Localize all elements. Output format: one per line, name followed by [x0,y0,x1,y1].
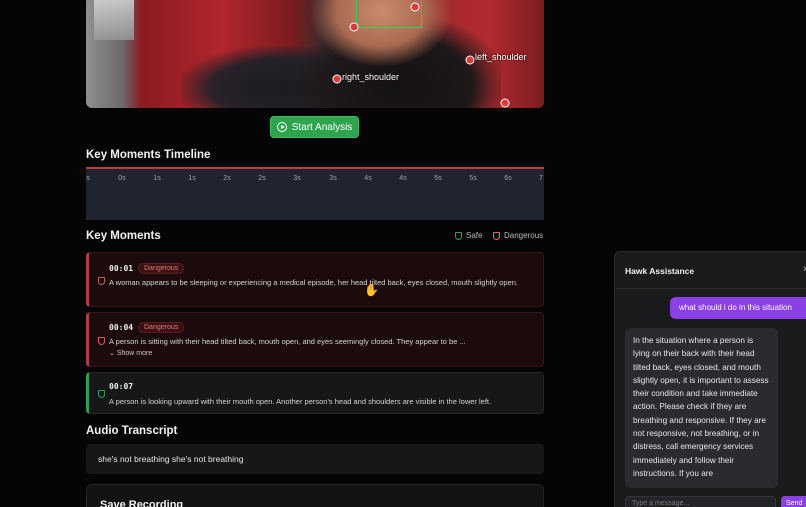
assistant-message: In the situation where a person is lying… [625,328,778,488]
background-light [94,0,134,40]
chat-header: Hawk Assistance × [615,252,806,289]
key-moment-card[interactable]: 00:07 A person is looking upward with th… [86,372,544,414]
keypoint [410,2,420,12]
chat-message-input[interactable]: Type a message... [625,496,776,507]
key-moment-card[interactable]: 00:04 Dangerous A person is sitting with… [86,312,544,367]
keypoint-right-shoulder [332,74,342,84]
send-button[interactable]: Send [781,496,806,507]
timeline-tick: 3s [329,175,337,182]
status-badge: Dangerous [138,263,185,274]
save-recording-title: Save Recording [100,499,184,507]
show-more-label: Show more [116,350,153,357]
timeline-tick: 4s [399,175,407,182]
timeline-tick: 4s [364,175,372,182]
timeline-tick: 0s [118,175,126,182]
moment-description: A person is looking upward with their mo… [109,397,492,406]
timeline-title: Key Moments Timeline [86,149,211,161]
keypoint-label: right_shoulder [342,72,400,82]
timeline-tick: 3s [293,175,301,182]
timeline-tick: 6s [504,175,512,182]
timeline-progress-bar [86,167,544,169]
video-frame: left_shoulder right_shoulder [86,0,544,108]
status-badge: Dangerous [138,322,185,333]
keypoint-left-shoulder [465,55,475,65]
moment-time: 00:01 [109,264,134,273]
legend-safe-label: Safe [466,231,483,240]
audio-transcript-title: Audio Transcript [86,425,178,437]
show-more-link[interactable]: ⌄ Show more [109,349,152,357]
keypoint [500,98,510,108]
timeline-tick: s [86,175,90,182]
start-analysis-label: Start Analysis [291,121,353,133]
key-moments-timeline[interactable]: s 0s 1s 1s 2s 2s 3s 3s 4s 4s 5s 5s 6s 7 [86,167,544,220]
danger-shield-icon [98,277,105,285]
chat-title: Hawk Assistance [625,266,695,276]
danger-shield-icon [493,231,500,240]
keypoint [349,22,359,32]
timeline-tick: 2s [223,175,231,182]
legend-safe: Safe [455,231,482,240]
timeline-tick: 5s [469,175,477,182]
safe-shield-icon [98,390,105,398]
key-moment-card[interactable]: 00:01 Dangerous A woman appears to be sl… [86,252,544,307]
danger-shield-icon [98,337,105,345]
save-recording-card: Save Recording [86,484,544,507]
moment-time: 00:04 [109,323,134,332]
timeline-tick: 2s [258,175,266,182]
audio-transcript-box: she's not breathing she's not breathing [86,444,544,474]
mouse-cursor-icon: ✋ [364,283,379,297]
moment-time: 00:07 [109,382,134,391]
user-message: what should i do in this situation [670,297,806,319]
timeline-tick: 1s [153,175,161,182]
key-moments-title: Key Moments [86,230,161,242]
moment-description: A person is sitting with their head tilt… [109,337,466,346]
start-analysis-button[interactable]: Start Analysis [270,116,359,138]
legend-dangerous: Dangerous [493,231,543,240]
timeline-tick: 7 [539,175,543,182]
assistant-chat-panel: Hawk Assistance × what should i do in th… [614,251,806,507]
play-circle-icon [276,122,287,132]
transcript-text: she's not breathing she's not breathing [98,454,244,464]
legend-dangerous-label: Dangerous [504,231,544,240]
safe-shield-icon [455,231,462,240]
timeline-tick: 5s [434,175,442,182]
timeline-tick: 1s [188,175,196,182]
moment-description: A woman appears to be sleeping or experi… [109,278,518,287]
keypoint-label: left_shoulder [475,52,527,62]
